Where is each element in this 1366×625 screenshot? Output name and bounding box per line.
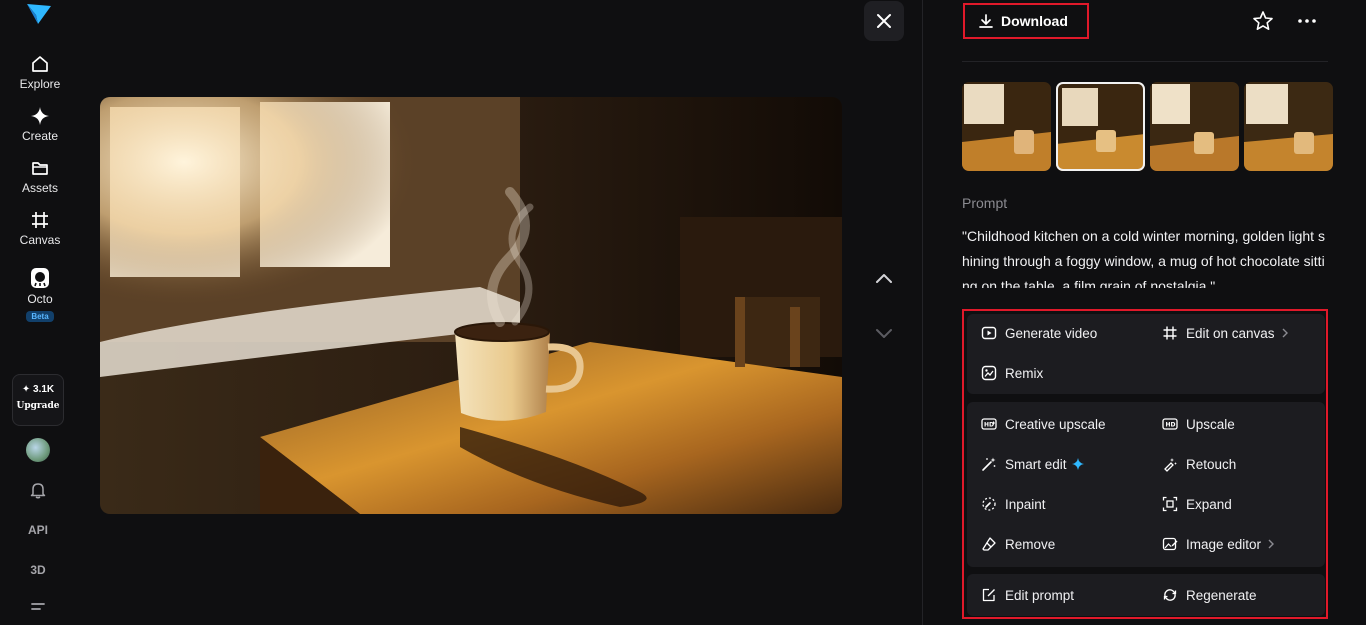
thumbnail-3[interactable] [1150, 82, 1239, 171]
regenerate-icon [1163, 589, 1177, 601]
prompt-label: Prompt [962, 195, 1008, 211]
edit-on-canvas-button[interactable]: Edit on canvas [1162, 321, 1290, 345]
svg-text:HD: HD [1166, 422, 1176, 429]
actions-panel: Generate video Edit on canvas Remix HD C… [962, 309, 1328, 619]
chevron-down-icon [876, 329, 892, 338]
notification-button[interactable] [0, 481, 76, 499]
creative-upscale-button[interactable]: HD Creative upscale [981, 412, 1106, 436]
actions-group-prompt: Edit prompt Regenerate [967, 574, 1325, 616]
actions-group-edit: HD Creative upscale HD Upscale Smart edi… [967, 402, 1325, 567]
hd-icon: HD [1162, 418, 1178, 430]
next-image-button[interactable] [870, 322, 898, 346]
prompt-text: "Childhood kitchen on a cold winter morn… [962, 228, 1325, 288]
sidebar-item-label: Create [21, 129, 59, 143]
thumbnail-2[interactable] [1056, 82, 1145, 171]
star-icon [1253, 11, 1273, 30]
close-icon [877, 14, 891, 28]
beta-badge: Beta [26, 311, 54, 322]
logo-icon[interactable] [26, 2, 52, 26]
favorite-button[interactable] [1251, 9, 1275, 33]
chevron-up-icon [876, 274, 892, 283]
sidebar-item-create[interactable]: Create [0, 106, 80, 143]
chevron-right-icon [1282, 328, 1288, 338]
bell-icon [30, 483, 46, 499]
previous-image-button[interactable] [870, 266, 898, 290]
kitchen-photo [100, 97, 842, 514]
remix-icon [981, 365, 997, 381]
hd-plus-icon: HD [981, 418, 997, 430]
api-button[interactable]: API [0, 523, 76, 537]
regenerate-button[interactable]: Regenerate [1162, 583, 1257, 607]
sidebar-item-octo[interactable]: Octo Beta [0, 267, 80, 324]
sidebar-item-label: Assets [21, 181, 58, 195]
avatar[interactable] [26, 438, 50, 462]
edit-prompt-button[interactable]: Edit prompt [981, 583, 1074, 607]
menu-button[interactable] [0, 602, 76, 616]
eraser-icon [982, 537, 996, 551]
left-sidebar: Explore Create Assets Canvas Octo Beta ✦… [0, 0, 80, 625]
close-button[interactable] [864, 1, 904, 41]
three-d-button[interactable]: 3D [0, 563, 76, 577]
canvas-icon [32, 212, 48, 228]
download-icon [979, 14, 993, 28]
sidebar-item-label: Octo [27, 292, 53, 306]
chevron-right-icon [1268, 539, 1275, 549]
expand-button[interactable]: Expand [1162, 492, 1232, 516]
remix-button[interactable]: Remix [981, 361, 1043, 385]
more-horizontal-icon [1298, 19, 1316, 23]
thumbnail-1[interactable] [962, 82, 1051, 171]
thumbnail-4[interactable] [1244, 82, 1333, 171]
panel-divider [922, 0, 923, 625]
sidebar-item-label: Explore [19, 77, 61, 91]
credits-count: ✦ 3.1K [21, 384, 55, 395]
upgrade-button[interactable]: ✦ 3.1K Upgrade [12, 374, 64, 426]
smart-edit-button[interactable]: Smart edit [981, 452, 1084, 476]
sidebar-item-label: Canvas [19, 233, 61, 247]
image-editor-button[interactable]: Image editor [1162, 532, 1276, 556]
generate-video-button[interactable]: Generate video [981, 321, 1097, 345]
download-button[interactable]: Download [963, 3, 1089, 39]
menu-icon [31, 603, 45, 610]
sparkle-icon [31, 107, 49, 125]
home-icon [32, 56, 48, 72]
upscale-button[interactable]: HD Upscale [1162, 412, 1235, 436]
header-divider [962, 61, 1328, 62]
folder-icon [32, 162, 48, 175]
magic-wand-icon [982, 457, 996, 471]
sidebar-item-explore[interactable]: Explore [0, 54, 80, 91]
remove-button[interactable]: Remove [981, 532, 1055, 556]
edit-prompt-icon [982, 588, 995, 602]
upgrade-label: Upgrade [16, 401, 60, 411]
expand-icon [1162, 496, 1178, 512]
inpaint-icon [982, 497, 996, 511]
canvas-icon [1163, 326, 1177, 340]
image-editor-icon [1162, 537, 1178, 551]
inpaint-button[interactable]: Inpaint [981, 492, 1046, 516]
download-label: Download [1001, 13, 1068, 29]
retouch-button[interactable]: Retouch [1162, 452, 1236, 476]
sidebar-item-canvas[interactable]: Canvas [0, 210, 80, 247]
actions-group-generate: Generate video Edit on canvas Remix [967, 314, 1325, 394]
sparkle-badge-icon [1071, 458, 1084, 470]
video-play-icon [981, 326, 997, 340]
octo-icon [31, 268, 49, 288]
main-image [100, 97, 842, 514]
retouch-icon [1164, 458, 1177, 472]
more-options-button[interactable] [1295, 9, 1319, 33]
sidebar-item-assets[interactable]: Assets [0, 158, 80, 195]
